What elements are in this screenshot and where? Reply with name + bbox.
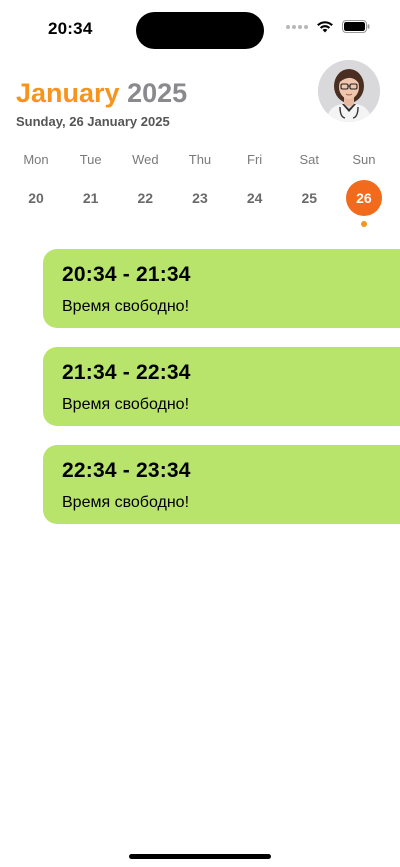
doctor-avatar-icon	[318, 60, 380, 122]
day-tue[interactable]: Tue 21	[71, 152, 111, 227]
day-number[interactable]: 26	[345, 180, 382, 216]
selected-day-indicator	[306, 221, 312, 227]
day-wed[interactable]: Wed 22	[125, 152, 165, 227]
day-number[interactable]: 23	[182, 180, 218, 216]
day-name: Sat	[299, 152, 320, 167]
slot-status: Время свободно!	[62, 494, 190, 511]
current-date: Sunday, 26 January 2025	[16, 114, 170, 129]
day-fri[interactable]: Fri 24	[235, 152, 275, 227]
home-indicator[interactable]	[129, 854, 271, 859]
day-name: Sun	[352, 152, 376, 167]
day-name: Wed	[132, 152, 159, 167]
selected-day-indicator	[88, 221, 94, 227]
week-strip: Mon 20 Tue 21 Wed 22 Thu 23 Fri 24 Sat 25 Sun 26	[16, 152, 384, 227]
dynamic-island	[136, 12, 264, 49]
day-number[interactable]: 24	[237, 180, 273, 216]
year-label: 2025	[127, 78, 188, 108]
time-slot-card[interactable]: 22:34 - 23:34 Время свободно!	[43, 445, 400, 524]
day-name: Mon	[23, 152, 49, 167]
selected-day-indicator	[252, 221, 258, 227]
page-title: January 2025	[16, 78, 187, 109]
day-number[interactable]: 20	[18, 180, 54, 216]
slot-time: 22:34 - 23:34	[62, 459, 191, 482]
day-sat[interactable]: Sat 25	[289, 152, 329, 227]
avatar[interactable]	[318, 60, 380, 122]
selected-day-indicator	[197, 221, 203, 227]
day-number[interactable]: 22	[127, 180, 163, 216]
day-thu[interactable]: Thu 23	[180, 152, 220, 227]
month-label: January	[16, 78, 120, 108]
slot-time: 20:34 - 21:34	[62, 263, 191, 286]
cellular-signal-icon	[286, 24, 308, 29]
status-time: 20:34	[48, 19, 93, 38]
battery-icon	[342, 20, 370, 33]
day-mon[interactable]: Mon 20	[16, 152, 56, 227]
time-slot-card[interactable]: 21:34 - 22:34 Время свободно!	[43, 347, 400, 426]
slot-status: Время свободно!	[62, 396, 190, 413]
day-name: Tue	[79, 152, 102, 167]
slot-status: Время свободно!	[62, 298, 190, 315]
selected-day-indicator	[33, 221, 39, 227]
slot-time: 21:34 - 22:34	[62, 361, 191, 384]
selected-day-indicator	[360, 221, 367, 227]
status-icons	[286, 20, 370, 33]
day-number[interactable]: 21	[73, 180, 109, 216]
wifi-icon	[317, 21, 333, 33]
day-name: Thu	[188, 152, 212, 167]
day-name: Fri	[247, 152, 263, 167]
time-slot-card[interactable]: 20:34 - 21:34 Время свободно!	[43, 249, 400, 328]
selected-day-indicator	[142, 221, 148, 227]
status-bar: 20:34	[0, 0, 400, 60]
day-sun[interactable]: Sun 26	[344, 152, 384, 227]
day-number[interactable]: 25	[291, 180, 327, 216]
